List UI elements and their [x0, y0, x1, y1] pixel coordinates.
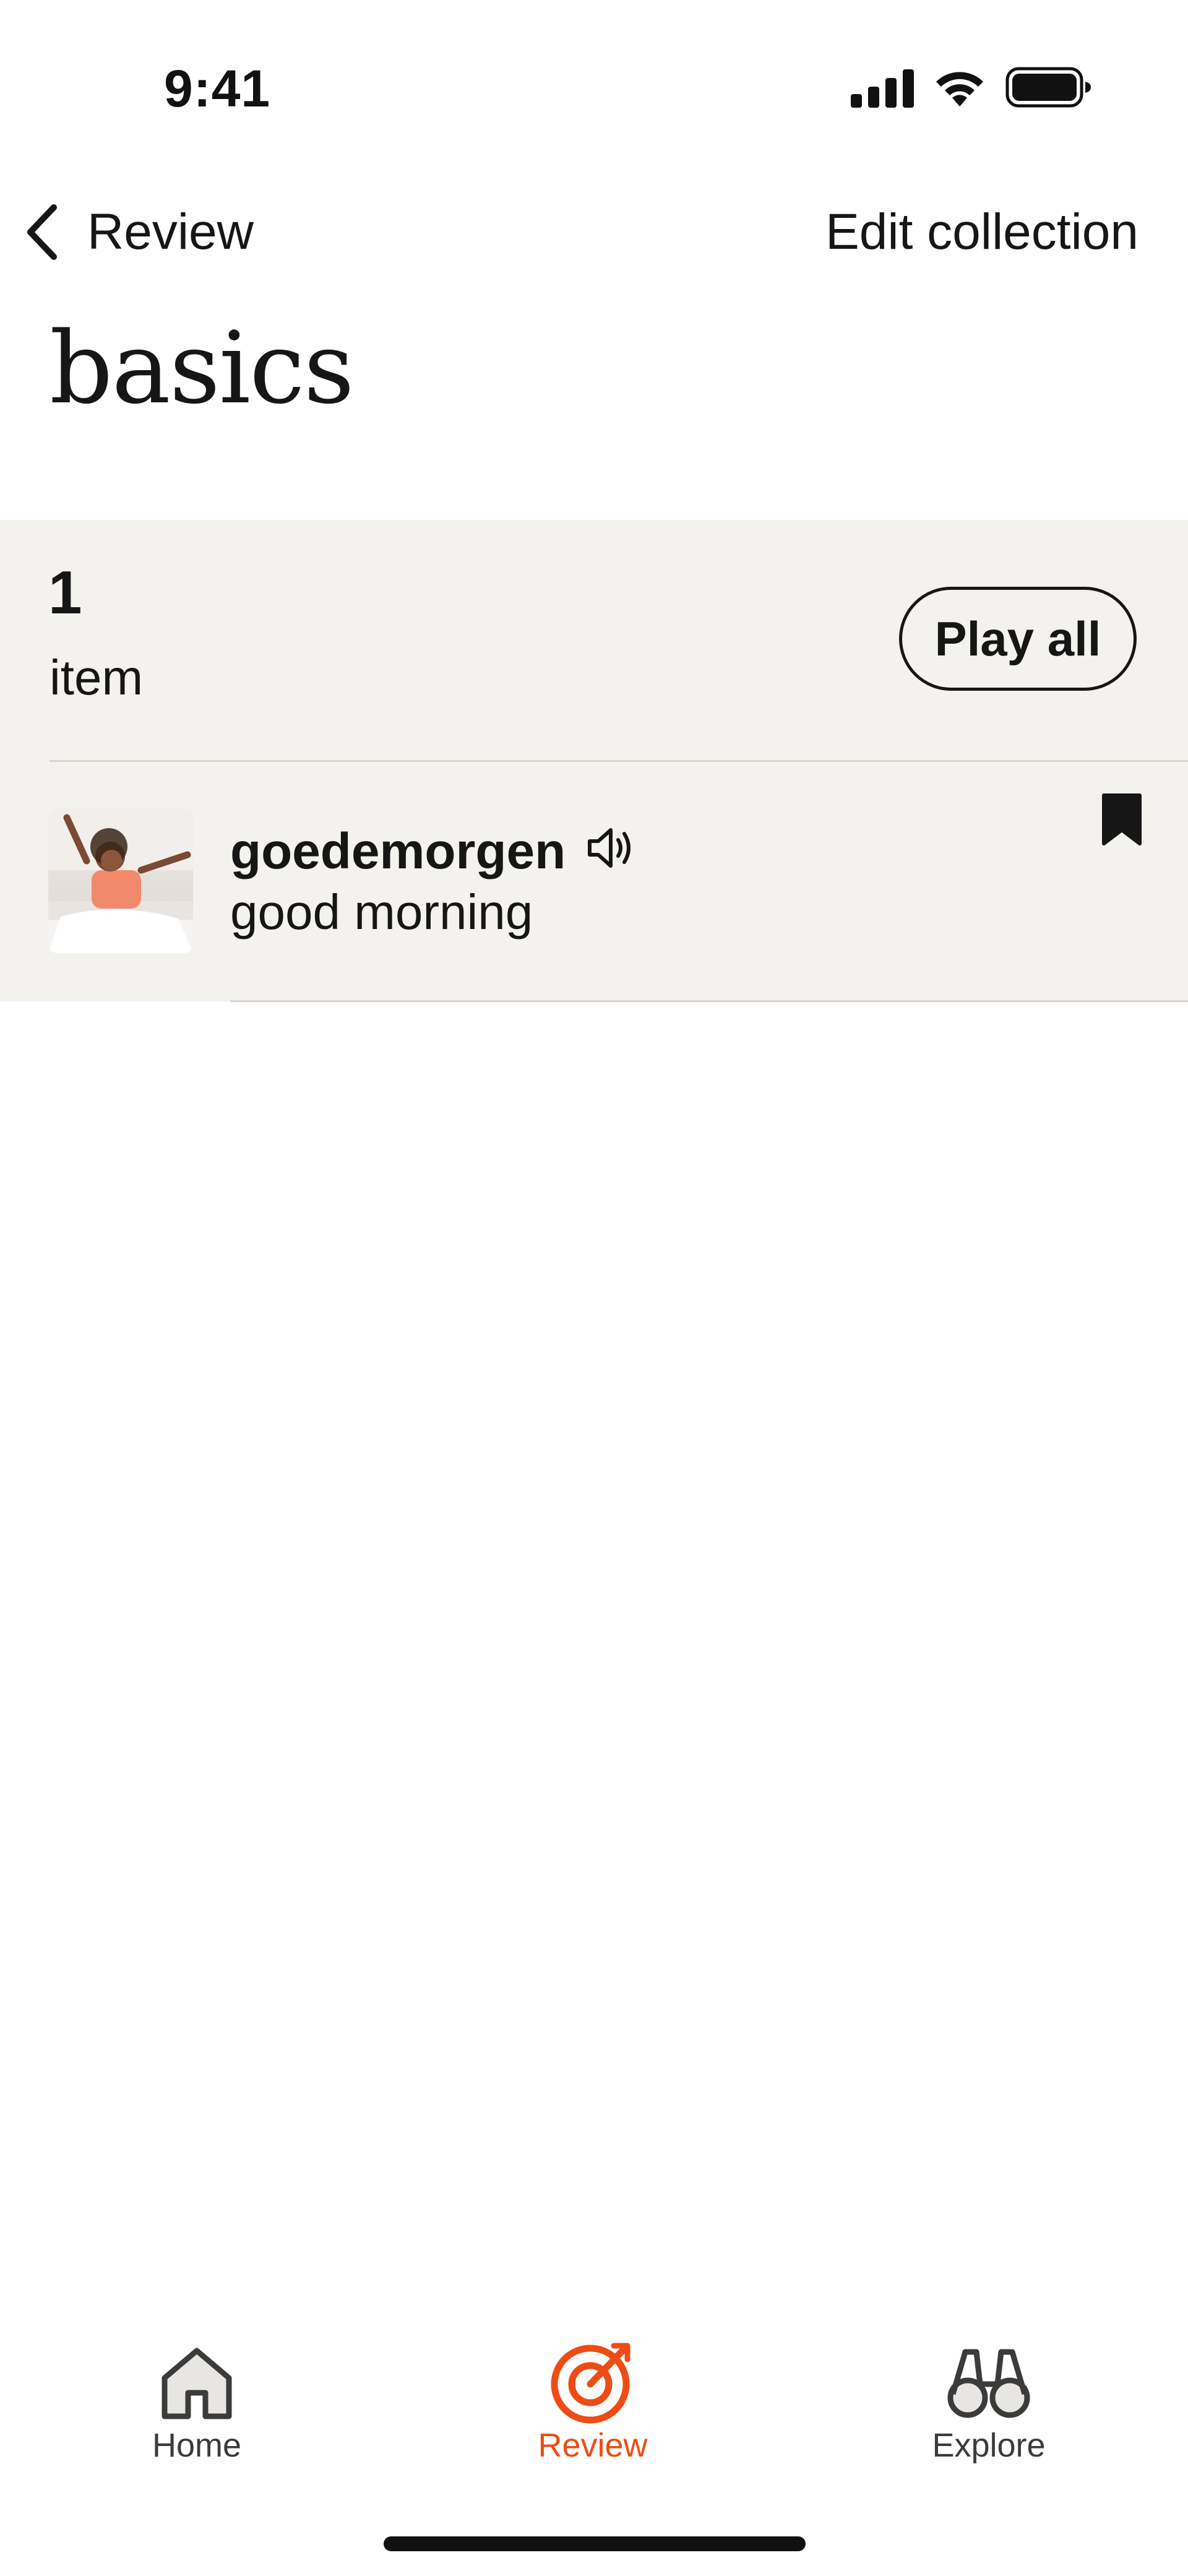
tab-bar: Home Review Explore [0, 2315, 1188, 2488]
woman-stretching-photo [48, 808, 193, 953]
tab-explore[interactable]: Explore [896, 2315, 1082, 2476]
play-all-button[interactable]: Play all [899, 587, 1137, 691]
tab-review-label: Review [538, 2427, 648, 2464]
bookmark-icon[interactable] [1101, 793, 1142, 846]
wifi-icon [936, 72, 983, 106]
target-icon [551, 2343, 631, 2424]
list-item[interactable]: goedemorgen good morning [0, 762, 1188, 1001]
speaker-icon[interactable] [585, 823, 635, 873]
battery-icon [1005, 67, 1091, 108]
chevron-left-icon [27, 204, 57, 260]
tab-review[interactable]: Review [500, 2315, 686, 2476]
item-count-label: item [50, 650, 144, 705]
status-icons [851, 67, 1095, 110]
collection-panel: 1 item Play all goedemorgen good morning [0, 520, 1188, 1001]
tab-home-label: Home [152, 2427, 242, 2464]
cellular-signal-icon [851, 69, 914, 108]
item-term: goedemorgen [230, 823, 566, 880]
home-indicator [384, 2536, 806, 2551]
item-thumbnail [48, 808, 193, 953]
tab-home[interactable]: Home [104, 2315, 290, 2476]
binoculars-icon [947, 2349, 1030, 2418]
house-icon [161, 2348, 232, 2419]
status-time: 9:41 [164, 59, 271, 118]
page-title: basics [50, 310, 355, 426]
item-count: 1 [48, 558, 82, 626]
tab-explore-label: Explore [932, 2427, 1046, 2464]
edit-collection-button[interactable]: Edit collection [825, 198, 1138, 266]
item-translation: good morning [230, 884, 533, 940]
back-button[interactable]: Review [22, 198, 254, 266]
divider [230, 1000, 1188, 1002]
back-button-label: Review [87, 204, 254, 260]
status-bar: 9:41 [0, 0, 1188, 161]
